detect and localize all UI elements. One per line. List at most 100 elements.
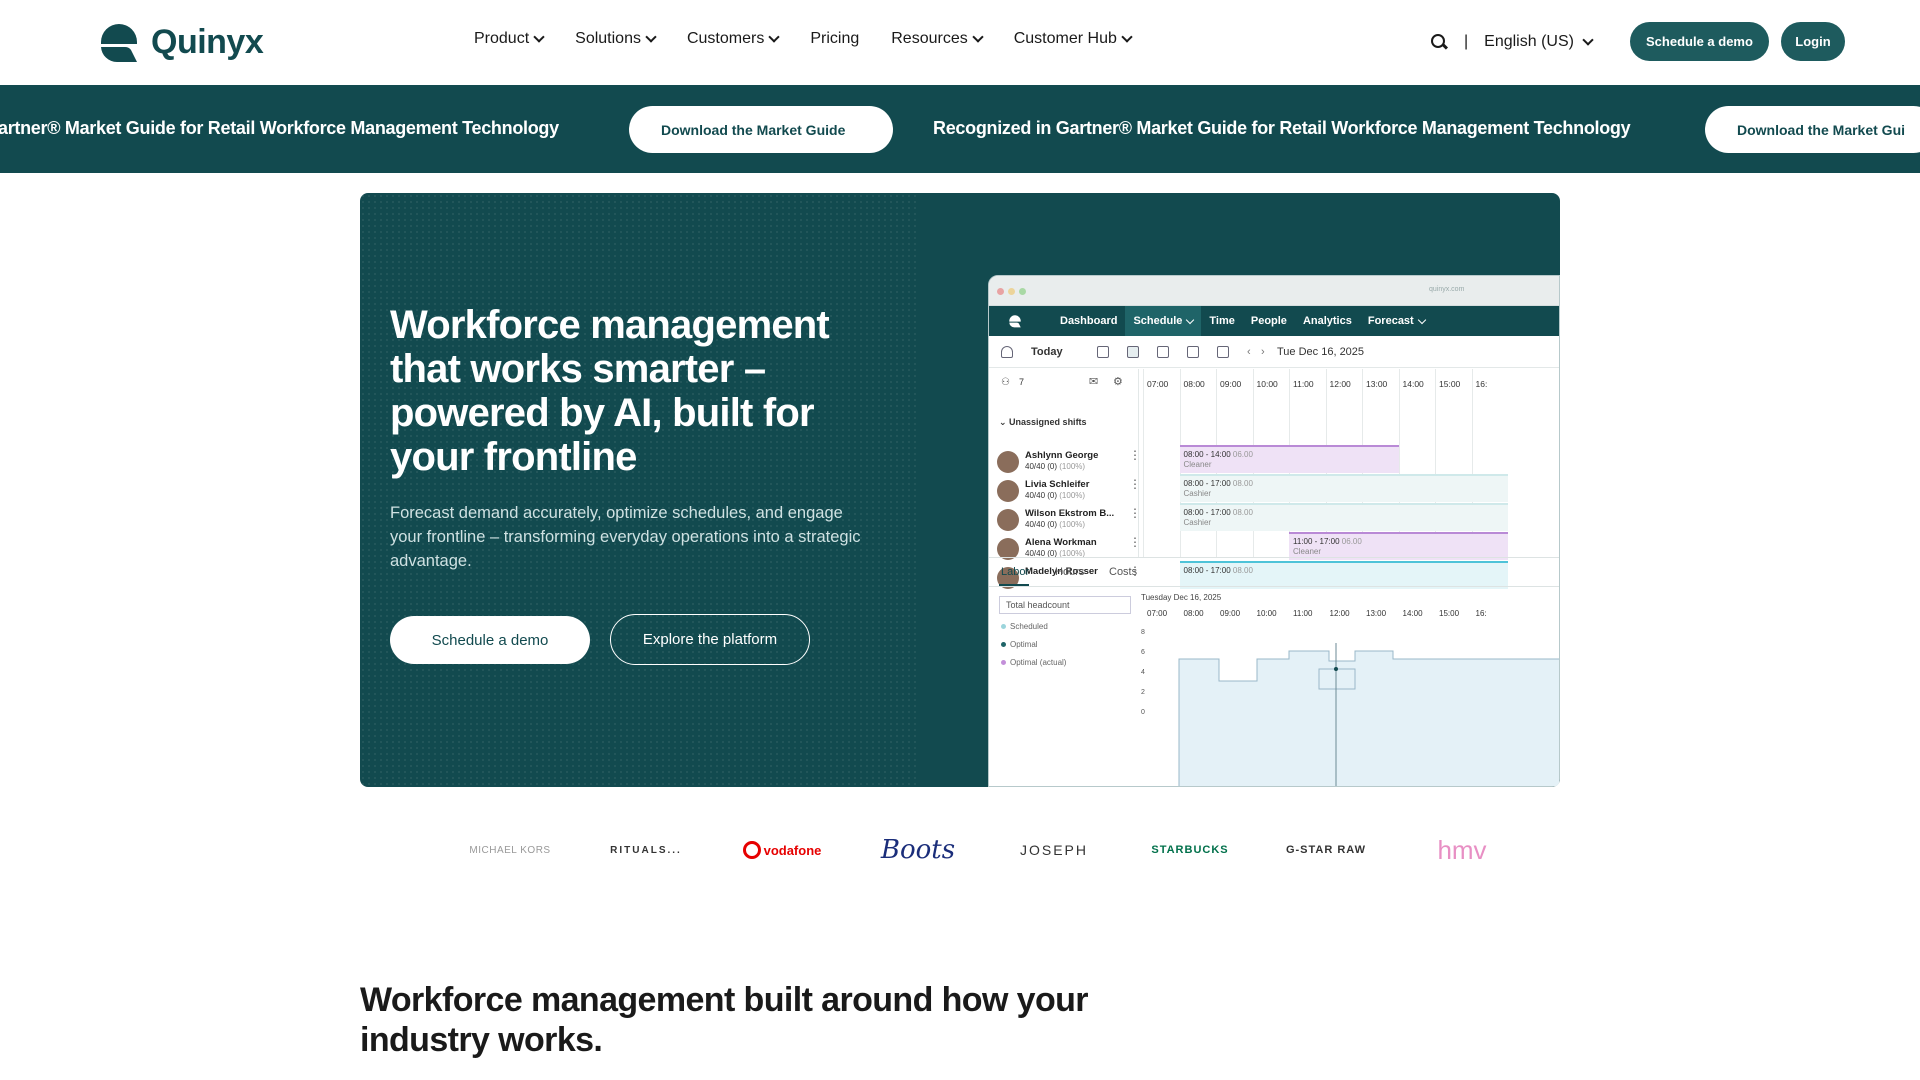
chart-date: Tuesday Dec 16, 2025 (1141, 593, 1222, 602)
unassigned-shifts-text: Unassigned shifts (1009, 417, 1087, 427)
hero-dot-pattern (360, 193, 920, 787)
nav-item-customers[interactable]: Customers (687, 30, 780, 48)
scheduled-area (1178, 650, 1559, 786)
shift-duration: 08.00 (1232, 508, 1253, 517)
nav-item-product[interactable]: Product (474, 30, 545, 48)
tabs-divider (989, 586, 1559, 587)
app-tab-time[interactable]: Time (1201, 306, 1242, 336)
shift-block[interactable]: 11:00 - 17:00 06.00 Cleaner (1289, 532, 1508, 560)
bell-icon[interactable] (1001, 346, 1013, 358)
vodafone-icon (742, 841, 761, 859)
chevron-down-icon (1417, 315, 1426, 324)
nav-item-label: Pricing (810, 30, 860, 47)
month-view-icon[interactable] (1157, 346, 1169, 358)
hours-value: 40/40 (0) (1025, 462, 1058, 471)
hero-section: Workforce management that works smarter … (360, 193, 1560, 787)
hours-value: 40/40 (0) (1025, 491, 1058, 500)
hours-value: 40/40 (0) (1025, 520, 1058, 529)
prev-arrow-icon[interactable]: ‹ (1247, 346, 1251, 358)
app-tab-dashboard[interactable]: Dashboard (1052, 306, 1125, 336)
language-selector[interactable]: English (US) (1484, 32, 1594, 51)
browser-url: quinyx.com (1429, 286, 1465, 293)
legend-label: Optimal (1010, 640, 1038, 649)
customer-logos: MICHAEL KORS RITUALS... vodafone Boots J… (460, 830, 1486, 870)
nav-item-customer-hub[interactable]: Customer Hub (1014, 30, 1133, 48)
window-dot-red (997, 288, 1004, 295)
chevron-down-icon (645, 31, 657, 43)
calendar-icon[interactable] (1187, 346, 1199, 358)
hero-schedule-demo-button[interactable]: Schedule a demo (390, 616, 590, 664)
shift-role: Cleaner (1183, 460, 1212, 469)
optimal-point (1334, 667, 1338, 671)
hero-subtitle: Forecast demand accurately, optimize sch… (390, 504, 861, 570)
search-icon[interactable] (1430, 33, 1448, 51)
download-market-guide-button-2[interactable]: Download the Market Gui (1705, 106, 1920, 153)
day-view-icon[interactable] (1097, 346, 1109, 358)
shift-role: Cleaner (1293, 547, 1322, 556)
banner-text-right: Recognized in Gartner® Market Guide for … (933, 118, 1631, 138)
shift-duration: 08.00 (1232, 479, 1253, 488)
shift-block[interactable]: 08:00 - 17:00 08.00 Cashier (1179, 503, 1508, 531)
app-tab-people[interactable]: People (1243, 306, 1295, 336)
logo-joseph: JOSEPH (1019, 842, 1088, 858)
window-dot-green (1019, 288, 1026, 295)
tab-hours[interactable]: Hours (1055, 566, 1084, 578)
language-label: English (US) (1484, 32, 1574, 50)
hour-label: 14:00 (1402, 379, 1424, 389)
hours-percent: (100%) (1059, 520, 1086, 529)
grid-line (1143, 369, 1144, 557)
chevron-down-icon (533, 31, 545, 43)
app-tab-label: Dashboard (1060, 315, 1118, 327)
hour-label: 12:00 (1329, 379, 1351, 389)
shift-role: Cashier (1183, 489, 1212, 498)
more-options-icon[interactable]: ⋮ (1129, 478, 1141, 490)
shift-time: 08:00 - 17:00 (1183, 508, 1231, 517)
login-button[interactable]: Login (1780, 22, 1845, 61)
week-view-icon[interactable] (1127, 346, 1139, 358)
app-navbar: Dashboard Schedule Time People Analytics Fore… (989, 306, 1559, 336)
banner-text-left: artner® Market Guide for Retail Workforc… (0, 118, 559, 138)
top-navigation: Quinyx Product Solutions Customers Pricing R… (0, 0, 1920, 85)
app-tab-label: Forecast (1367, 315, 1414, 327)
timeline-icon[interactable] (1217, 346, 1229, 358)
employee-row[interactable]: Wilson Ekstrom B... 40/40 (0) (100%) ⋮ (997, 505, 1141, 535)
app-tab-forecast[interactable]: Forecast (1360, 306, 1433, 336)
logo-rituals: RITUALS... (610, 844, 682, 856)
vodafone-text: vodafone (763, 842, 822, 858)
today-button[interactable]: Today (1031, 346, 1063, 358)
more-options-icon[interactable]: ⋮ (1129, 449, 1141, 461)
shift-role: Cashier (1183, 518, 1212, 527)
app-screenshot: quinyx.com Dashboard Schedule Time People An… (988, 275, 1560, 787)
quinyx-logo[interactable]: Quinyx (97, 20, 264, 64)
unassigned-shifts-label[interactable]: ⌄ Unassigned shifts (999, 417, 1087, 428)
employee-hours: 40/40 (0) (100%) (1025, 462, 1085, 471)
more-options-icon[interactable]: ⋮ (1129, 507, 1141, 519)
app-tab-schedule[interactable]: Schedule (1125, 306, 1202, 336)
employee-row[interactable]: Livia Schleifer 40/40 (0) (100%) ⋮ (997, 476, 1141, 506)
employee-row[interactable]: Ashlynn George 40/40 (0) (100%) ⋮ (997, 447, 1141, 477)
nav-right-group: | English (US) Schedule a demo Login (1430, 22, 1845, 61)
nav-item-resources[interactable]: Resources (891, 30, 984, 48)
nav-item-solutions[interactable]: Solutions (575, 30, 657, 48)
avatar (997, 480, 1019, 502)
tab-labor[interactable]: Labor (1001, 566, 1029, 578)
schedule-demo-button[interactable]: Schedule a demo (1629, 22, 1769, 61)
hour-label: 11:00 (1293, 379, 1314, 389)
app-tab-analytics[interactable]: Analytics (1295, 306, 1360, 336)
logo-g-star-raw: G-STAR RAW (1285, 844, 1367, 856)
hour-label: 13:00 (1366, 379, 1388, 389)
explore-platform-button[interactable]: Explore the platform (610, 614, 810, 665)
headcount-select[interactable]: Total headcount (999, 596, 1131, 614)
hour-label: 07:00 (1147, 379, 1169, 389)
shift-block[interactable]: 08:00 - 14:00 06.00 Cleaner (1179, 445, 1399, 473)
logo-vodafone: vodafone (732, 830, 832, 870)
logo-boots: Boots (880, 835, 956, 865)
shift-block[interactable]: 08:00 - 17:00 08.00 Cashier (1179, 474, 1508, 502)
download-market-guide-button[interactable]: Download the Market Guide (629, 106, 893, 153)
tab-costs[interactable]: Costs (1109, 566, 1137, 578)
next-arrow-icon[interactable]: › (1261, 346, 1265, 358)
nav-item-pricing[interactable]: Pricing (810, 30, 859, 48)
app-tab-label: People (1250, 315, 1287, 327)
more-options-icon[interactable]: ⋮ (1129, 536, 1141, 548)
shift-time: 08:00 - 14:00 (1183, 450, 1231, 459)
